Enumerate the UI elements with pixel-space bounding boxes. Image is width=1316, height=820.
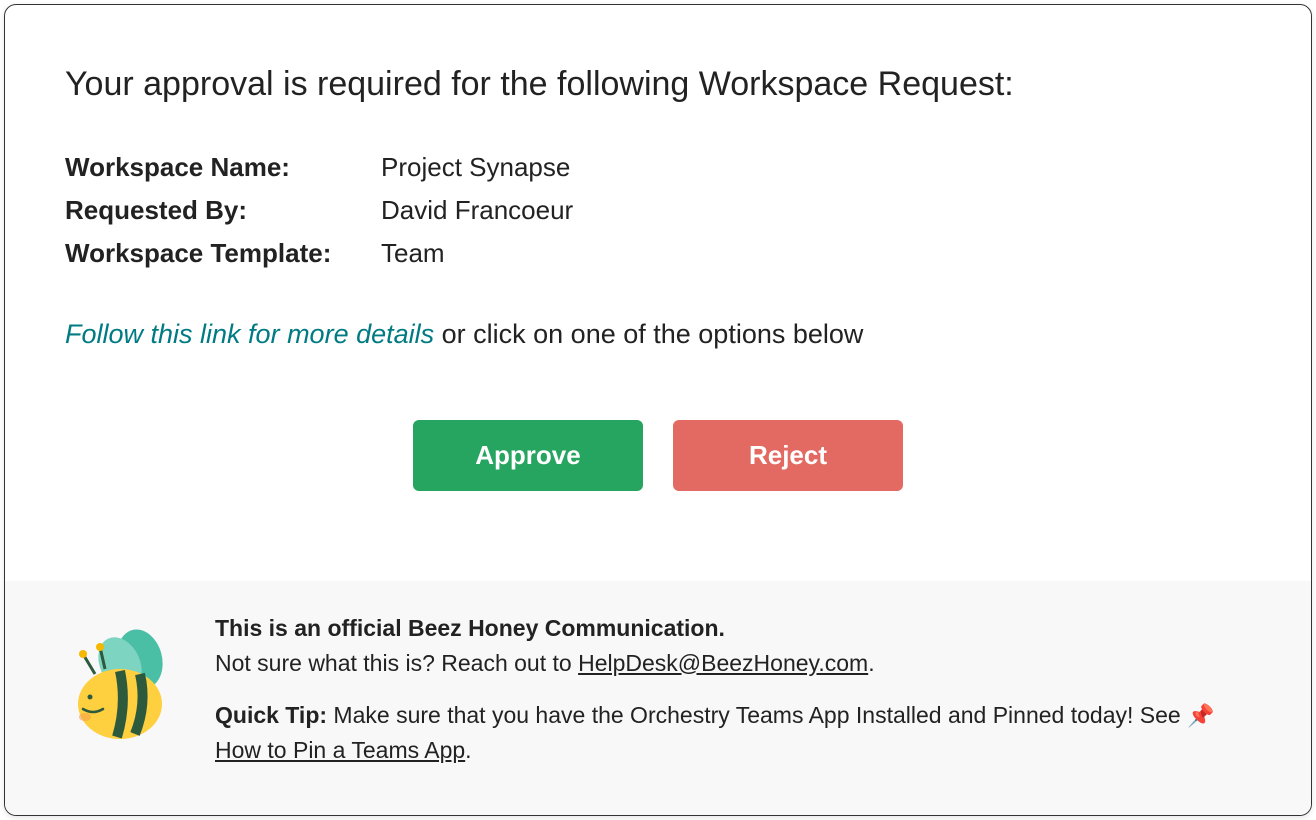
page-heading: Your approval is required for the follow…	[65, 65, 1251, 104]
footer-help-suffix: .	[868, 650, 874, 676]
details-link[interactable]: Follow this link for more details	[65, 319, 434, 349]
bee-icon	[65, 619, 195, 749]
footer-text: This is an official Beez Honey Communica…	[215, 611, 1251, 785]
workspace-template-label: Workspace Template:	[65, 238, 381, 269]
footer: This is an official Beez Honey Communica…	[5, 581, 1311, 815]
requested-by-row: Requested By: David Francoeur	[65, 195, 1251, 226]
quick-tip-text: Make sure that you have the Orchestry Te…	[327, 702, 1187, 728]
requested-by-value: David Francoeur	[381, 195, 573, 226]
link-line: Follow this link for more details or cli…	[65, 319, 1251, 350]
quick-tip-label: Quick Tip:	[215, 702, 327, 728]
workspace-name-label: Workspace Name:	[65, 152, 381, 183]
reject-button[interactable]: Reject	[673, 420, 903, 491]
details-table: Workspace Name: Project Synapse Requeste…	[65, 152, 1251, 269]
workspace-template-value: Team	[381, 238, 445, 269]
approve-button[interactable]: Approve	[413, 420, 643, 491]
link-suffix: or click on one of the options below	[434, 319, 863, 349]
main-content: Your approval is required for the follow…	[5, 5, 1311, 581]
footer-help-prefix: Not sure what this is? Reach out to	[215, 650, 578, 676]
workspace-name-value: Project Synapse	[381, 152, 570, 183]
footer-official-text: This is an official Beez Honey Communica…	[215, 615, 725, 641]
footer-line1: This is an official Beez Honey Communica…	[215, 611, 1251, 680]
pin-teams-link[interactable]: How to Pin a Teams App	[215, 737, 465, 763]
quick-tip-suffix: .	[465, 737, 471, 763]
button-row: Approve Reject	[65, 420, 1251, 491]
pin-icon: 📌	[1187, 703, 1214, 728]
workspace-template-row: Workspace Template: Team	[65, 238, 1251, 269]
approval-card: Your approval is required for the follow…	[4, 4, 1312, 816]
helpdesk-link[interactable]: HelpDesk@BeezHoney.com	[578, 650, 868, 676]
workspace-name-row: Workspace Name: Project Synapse	[65, 152, 1251, 183]
footer-line2: Quick Tip: Make sure that you have the O…	[215, 698, 1251, 767]
requested-by-label: Requested By:	[65, 195, 381, 226]
